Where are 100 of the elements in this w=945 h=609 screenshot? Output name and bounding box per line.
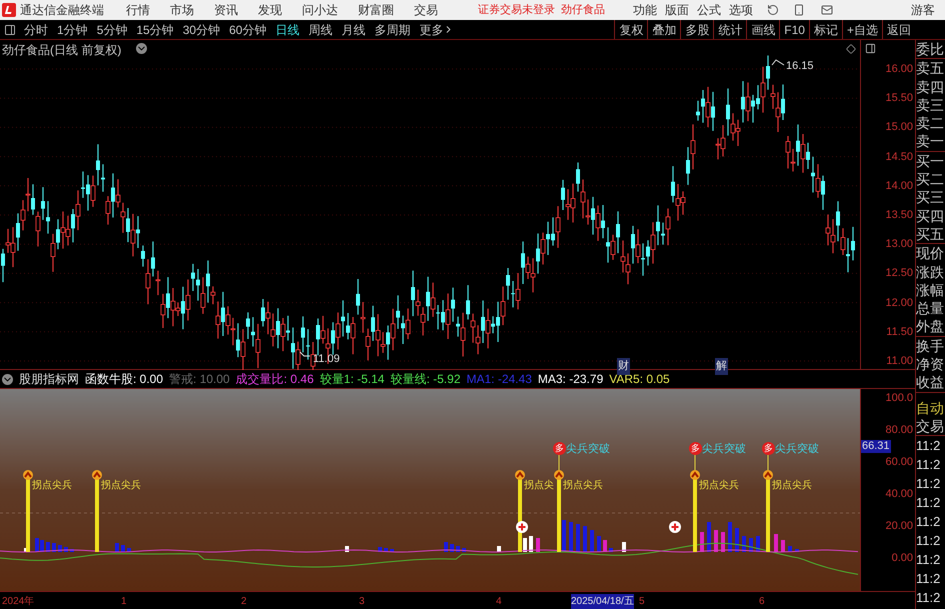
login-notice: 证券交易未登录 — [478, 2, 555, 18]
trade-time: 11:2 — [916, 532, 942, 550]
price-tick: 12.50 — [885, 267, 913, 280]
time-label: 2024年 — [2, 595, 34, 609]
auto-label: 自动 — [916, 398, 945, 417]
trade-time: 11:2 — [916, 494, 942, 512]
quote-label: 买一 — [916, 152, 945, 170]
high-price-label: 16.15 — [786, 59, 814, 74]
indicator-value: MA1: -24.43 — [466, 371, 532, 388]
period-tab[interactable]: 60分钟 — [229, 20, 266, 38]
menu-item[interactable]: 发现 — [258, 1, 282, 19]
signal-label: 尖兵突破 — [702, 442, 746, 457]
menu-item[interactable]: 市场 — [170, 1, 194, 19]
price-tick: 14.00 — [885, 180, 913, 192]
indicator-tick: 20.00 — [885, 520, 913, 532]
menu-item[interactable]: 行情 — [126, 1, 150, 19]
price-tick: 11.00 — [886, 355, 913, 367]
quote-label: 现价 — [916, 244, 945, 263]
time-label: 2025/04/18/五 — [571, 594, 634, 609]
signal-badge: 多 — [689, 442, 702, 455]
period-tab[interactable]: 1分钟 — [57, 20, 88, 38]
stock-name: 劲仔食品 — [561, 2, 605, 18]
time-label: 4 — [496, 595, 502, 609]
period-tab[interactable]: 日线 — [275, 20, 300, 38]
indicator-tick: 100.0 — [885, 392, 913, 404]
signal-label: 尖兵突破 — [566, 442, 610, 457]
user-name[interactable]: 游客 — [911, 1, 935, 19]
menu-item[interactable]: 选项 — [729, 1, 753, 19]
tool-button[interactable]: 标记 — [808, 20, 842, 39]
price-tick: 14.50 — [885, 150, 913, 163]
app-title: 通达信金融终端 — [20, 2, 104, 19]
period-tab[interactable]: 周线 — [308, 20, 332, 38]
tool-button[interactable]: +自选 — [842, 20, 882, 39]
event-marker[interactable]: 财 — [617, 358, 630, 374]
signal-label: 拐点尖 — [524, 478, 554, 493]
signal-label: 拐点尖兵 — [772, 478, 812, 493]
tool-button[interactable]: 返回 — [882, 20, 915, 39]
indicator-tick: 40.00 — [885, 488, 913, 500]
menu-item[interactable]: 版面 — [665, 1, 689, 19]
price-tick: 12.00 — [885, 296, 913, 309]
signal-label: 拐点尖兵 — [699, 478, 739, 493]
signal-label: 拐点尖兵 — [101, 478, 141, 493]
quote-label: 买三 — [916, 188, 945, 207]
quote-label: 买二 — [916, 170, 945, 188]
tool-button[interactable]: F10 — [779, 20, 809, 39]
price-tick: 15.00 — [885, 121, 913, 134]
tool-button[interactable]: 画线 — [746, 20, 780, 39]
menu-item[interactable]: 公式 — [697, 1, 721, 19]
quote-label: 卖二 — [916, 114, 945, 132]
time-label: 6 — [759, 595, 765, 609]
quote-label: 卖一 — [916, 132, 945, 151]
trade-time: 11:2 — [916, 588, 942, 607]
period-tab[interactable]: 30分钟 — [182, 20, 220, 38]
tool-button[interactable]: 统计 — [713, 20, 746, 39]
quote-label: 卖四 — [916, 78, 945, 96]
menu-item[interactable]: 问小达 — [302, 1, 338, 19]
indicator-name[interactable]: 股朋指标网 — [19, 370, 79, 388]
menu-item[interactable]: 资讯 — [214, 1, 238, 19]
indicator-tick: 60.00 — [885, 456, 913, 468]
quote-label: 卖五 — [916, 59, 945, 78]
quote-label: 买四 — [916, 206, 945, 225]
time-label: 1 — [121, 595, 127, 609]
period-tab[interactable]: 5分钟 — [96, 20, 128, 38]
period-tab[interactable]: 多周期 — [374, 20, 410, 38]
menu-item[interactable]: 财富圈 — [358, 1, 394, 19]
period-tab[interactable]: 分时 — [24, 20, 48, 38]
quote-label: 收益 — [916, 373, 945, 392]
indicator-value: 较量1: -5.14 — [320, 371, 384, 388]
trade-time: 11:2 — [916, 512, 942, 531]
chart-title: 劲仔食品(日线 前复权) — [2, 42, 122, 59]
more-button[interactable]: 更多 — [419, 20, 454, 38]
quote-label: 买五 — [916, 224, 945, 244]
signal-badge: 多 — [553, 442, 566, 455]
tool-button[interactable]: 多股 — [680, 20, 714, 39]
tool-button[interactable]: 叠加 — [647, 20, 680, 39]
menu-item[interactable]: 交易 — [414, 1, 438, 19]
quote-label: 涨幅 — [916, 280, 945, 300]
tool-button[interactable]: 复权 — [614, 20, 648, 39]
indicator-tick: 80.00 — [885, 424, 913, 436]
signal-label: 拐点尖兵 — [563, 478, 603, 493]
price-tick: 15.50 — [885, 92, 913, 104]
period-tab[interactable]: 月线 — [341, 20, 366, 38]
trade-time: 11:2 — [916, 570, 942, 588]
current-value-label: 66.31 — [861, 440, 891, 453]
indicator-value: 成交量比: 0.46 — [236, 371, 314, 388]
indicator-value: MA3: -23.79 — [538, 371, 604, 388]
quote-label: 卖三 — [916, 96, 945, 114]
time-label: 5 — [639, 595, 645, 609]
signal-badge: 多 — [762, 442, 775, 455]
trade-label: 交易 — [916, 416, 945, 436]
quote-label: 委比 — [916, 40, 945, 58]
quote-label: 涨跌 — [916, 262, 945, 281]
price-tick: 13.50 — [885, 209, 913, 221]
indicator-tick: 0.00 — [892, 552, 913, 564]
price-tick: 16.00 — [885, 63, 913, 75]
menu-item[interactable]: 功能 — [633, 1, 657, 19]
time-label: 2 — [241, 595, 247, 609]
event-marker[interactable]: 解 — [715, 358, 728, 374]
trade-time: 11:2 — [916, 456, 942, 474]
period-tab[interactable]: 15分钟 — [136, 20, 174, 38]
